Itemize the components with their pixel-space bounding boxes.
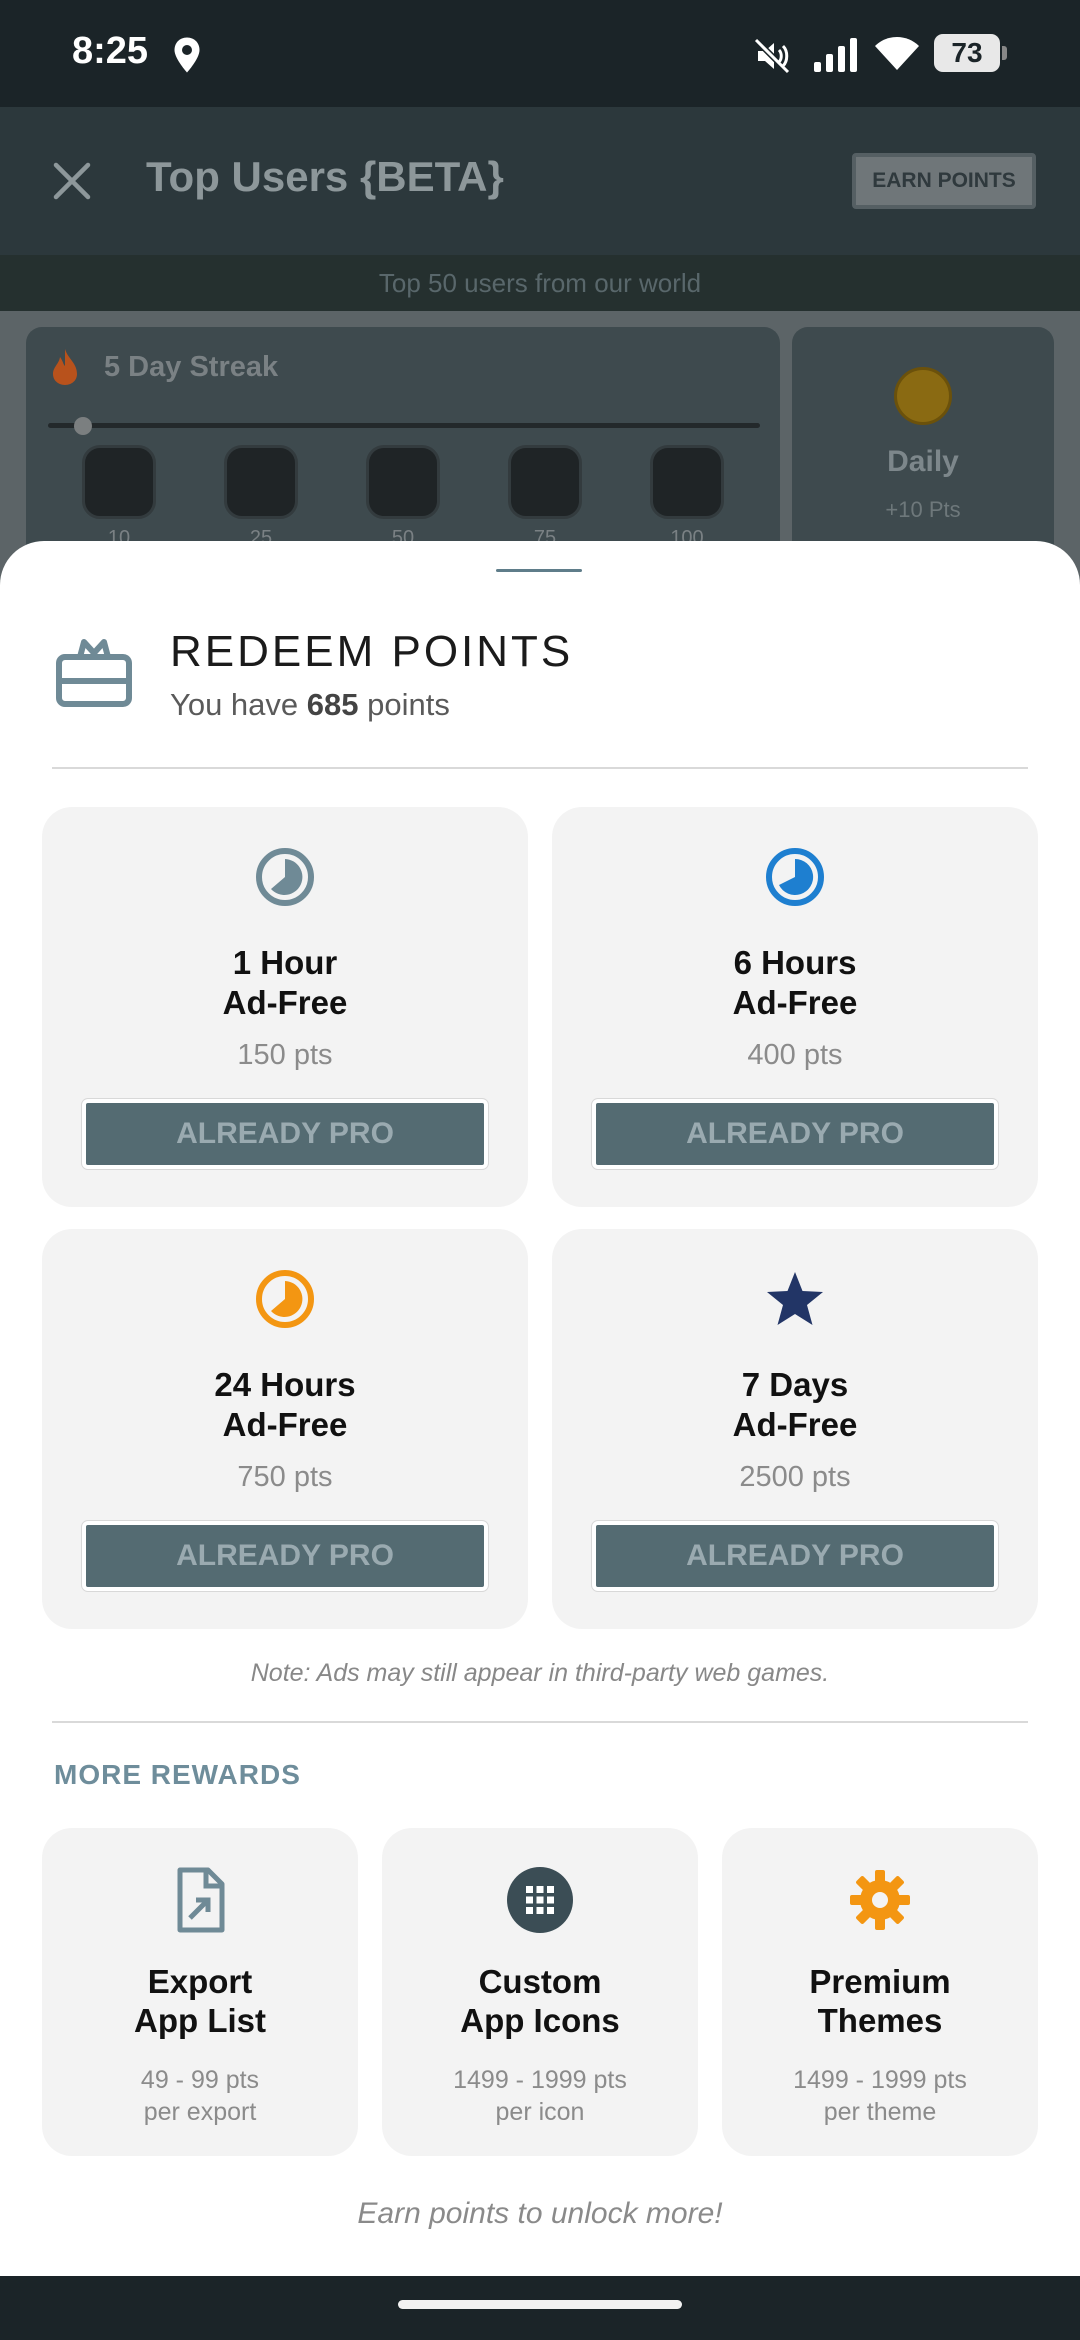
- more-reward-points-line: 1499 - 1999 pts: [793, 2066, 967, 2094]
- streak-progress-track: [48, 423, 760, 428]
- more-reward-title-line: Premium: [809, 1963, 951, 2000]
- reward-title-line: Ad-Free: [222, 984, 348, 1021]
- coin-icon: [894, 367, 952, 425]
- page-title: Top Users {BETA}: [146, 153, 504, 200]
- milestone-badge-icon: [82, 445, 156, 519]
- reward-title-line: 7 Days: [741, 1366, 849, 1403]
- reward-card-7-days[interactable]: 7 Days Ad-Free 2500 pts ALREADY PRO: [552, 1229, 1038, 1629]
- milestone-badge-icon: [508, 445, 582, 519]
- reward-card-6-hours[interactable]: 6 Hours Ad-Free 400 pts ALREADY PRO: [552, 807, 1038, 1207]
- close-icon[interactable]: [50, 159, 94, 203]
- more-reward-themes[interactable]: Premium Themes 1499 - 1999 pts per theme: [722, 1828, 1038, 2156]
- status-bar: 8:25 73: [0, 0, 1080, 107]
- more-reward-export[interactable]: Export App List 49 - 99 pts per export: [42, 1828, 358, 2156]
- star-icon: [767, 1272, 823, 1325]
- battery-indicator: 73: [934, 34, 1008, 72]
- app-grid-icon: [507, 1867, 573, 1933]
- location-icon: [174, 37, 200, 73]
- battery-level: 73: [934, 34, 1000, 72]
- gear-icon: [850, 1870, 910, 1930]
- reward-title-line: Ad-Free: [222, 1406, 348, 1443]
- more-reward-title: Export App List: [42, 1962, 358, 2040]
- flame-icon: [53, 349, 77, 385]
- points-prefix: You have: [170, 687, 307, 722]
- more-reward-title: Premium Themes: [722, 1962, 1038, 2040]
- reward-points: 750 pts: [237, 1461, 333, 1493]
- points-suffix: points: [358, 687, 450, 722]
- already-pro-button[interactable]: ALREADY PRO: [81, 1520, 489, 1592]
- already-pro-button[interactable]: ALREADY PRO: [591, 1520, 999, 1592]
- reward-card-24-hours[interactable]: 24 Hours Ad-Free 750 pts ALREADY PRO: [42, 1229, 528, 1629]
- reward-title: 7 Days Ad-Free: [552, 1365, 1038, 1445]
- status-time: 8:25: [72, 30, 149, 72]
- clock-blue-icon: [766, 848, 824, 906]
- reward-title-line: Ad-Free: [732, 984, 858, 1021]
- more-reward-title: Custom App Icons: [382, 1962, 698, 2040]
- daily-label: Daily: [887, 445, 959, 478]
- milestone-badge-icon: [650, 445, 724, 519]
- more-reward-points-line: per icon: [495, 2098, 585, 2126]
- reward-title-line: Ad-Free: [732, 1406, 858, 1443]
- streak-progress-knob: [74, 417, 92, 435]
- earn-points-button[interactable]: EARN POINTS: [852, 153, 1036, 209]
- reward-title: 1 Hour Ad-Free: [42, 943, 528, 1023]
- more-reward-title-line: App List: [134, 2002, 266, 2039]
- more-reward-points: 1499 - 1999 pts per icon: [382, 2064, 698, 2128]
- reward-card-1-hour[interactable]: 1 Hour Ad-Free 150 pts ALREADY PRO: [42, 807, 528, 1207]
- more-reward-title-line: App Icons: [460, 2002, 620, 2039]
- clock-orange-icon: [256, 1270, 314, 1328]
- more-reward-title-line: Custom: [478, 1963, 602, 2000]
- mute-icon: [753, 37, 791, 75]
- app-header: Top Users {BETA} EARN POINTS: [0, 107, 1080, 255]
- sheet-drag-handle[interactable]: [496, 569, 582, 572]
- ads-note: Note: Ads may still appear in third-part…: [250, 1659, 830, 1687]
- home-indicator[interactable]: [398, 2300, 682, 2309]
- already-pro-button[interactable]: ALREADY PRO: [81, 1098, 489, 1170]
- sheet-title: REDEEM POINTS: [170, 627, 574, 676]
- more-reward-points-line: per export: [143, 2098, 257, 2126]
- more-reward-points: 49 - 99 pts per export: [42, 2064, 358, 2128]
- divider: [52, 1721, 1028, 1723]
- more-reward-points-line: 1499 - 1999 pts: [453, 2066, 627, 2094]
- gift-card-icon: [56, 639, 132, 707]
- reward-points: 2500 pts: [739, 1461, 851, 1493]
- reward-points: 150 pts: [237, 1039, 333, 1071]
- streak-label: 5 Day Streak: [104, 351, 279, 383]
- reward-title: 24 Hours Ad-Free: [42, 1365, 528, 1445]
- already-pro-button[interactable]: ALREADY PRO: [591, 1098, 999, 1170]
- reward-title-line: 1 Hour: [232, 944, 338, 981]
- points-balance: You have 685 points: [170, 687, 450, 723]
- points-value: 685: [306, 687, 359, 722]
- more-rewards-heading: MORE REWARDS: [54, 1759, 301, 1790]
- more-reward-points: 1499 - 1999 pts per theme: [722, 2064, 1038, 2128]
- more-reward-title-line: Themes: [817, 2002, 943, 2039]
- header-subtitle: Top 50 users from our world: [0, 255, 1080, 311]
- divider: [52, 767, 1028, 769]
- reward-title-line: 24 Hours: [214, 1366, 356, 1403]
- daily-points: +10 Pts: [885, 497, 961, 522]
- more-reward-points-line: 49 - 99 pts: [140, 2066, 260, 2094]
- more-reward-points-line: per theme: [823, 2098, 937, 2126]
- reward-points: 400 pts: [747, 1039, 843, 1071]
- gesture-nav-bar: [0, 2276, 1080, 2340]
- reward-title-line: 6 Hours: [733, 944, 857, 981]
- more-reward-icons[interactable]: Custom App Icons 1499 - 1999 pts per icon: [382, 1828, 698, 2156]
- export-file-icon: [177, 1867, 225, 1933]
- more-reward-title-line: Export: [147, 1963, 253, 2000]
- clock-gray-icon: [256, 848, 314, 906]
- reward-title: 6 Hours Ad-Free: [552, 943, 1038, 1023]
- milestone-badge-icon: [224, 445, 298, 519]
- redeem-sheet: REDEEM POINTS You have 685 points 1 Hour…: [0, 541, 1080, 2276]
- wifi-icon: [875, 37, 919, 70]
- signal-icon: [814, 38, 857, 72]
- battery-tip: [1002, 46, 1007, 60]
- milestone-badge-icon: [366, 445, 440, 519]
- earn-more-footer: Earn points to unlock more!: [357, 2197, 723, 2230]
